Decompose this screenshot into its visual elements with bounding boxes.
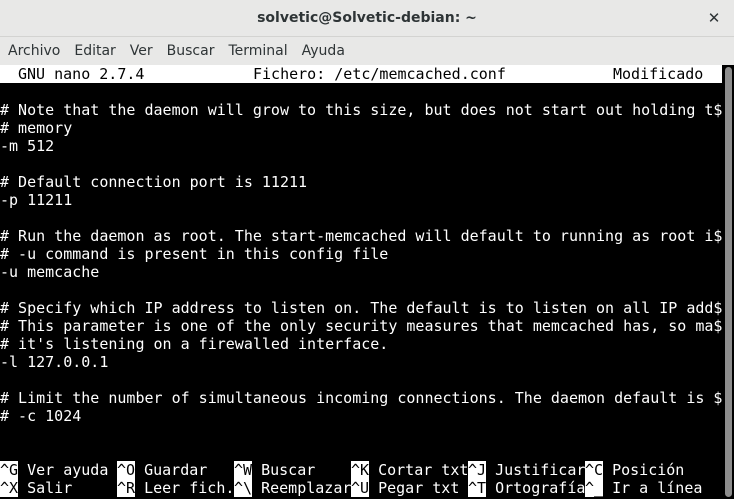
scrollbar[interactable] xyxy=(722,65,734,499)
shortcut-key: ^K xyxy=(351,461,370,479)
shortcut-bar-row-1: ^G Ver ayuda ^O Guardar ^W Buscar ^K Cor… xyxy=(0,461,722,479)
terminal-window: solvetic@Solvetic-debian: ~ ✕ Archivo Ed… xyxy=(0,0,734,499)
shortcut-label: Cortar txt xyxy=(378,461,469,479)
shortcut-key: ^X xyxy=(0,479,19,497)
shortcut-key: ^\ xyxy=(234,479,253,497)
shortcut-justificar[interactable]: ^J Justificar xyxy=(468,461,585,479)
menu-ver[interactable]: Ver xyxy=(123,43,160,59)
editor-line: # it's listening on a firewalled interfa… xyxy=(0,335,389,353)
nano-version: GNU nano 2.7.4 xyxy=(18,65,145,83)
menu-archivo[interactable]: Archivo xyxy=(0,43,67,59)
editor-line: -l 127.0.0.1 xyxy=(0,353,109,371)
shortcut-leer-fich[interactable]: ^R Leer fich. xyxy=(117,479,234,497)
editor-line: -p 11211 xyxy=(0,191,73,209)
editor-line: # Specify which IP address to listen on.… xyxy=(0,299,722,317)
editor-line: # Default connection port is 11211 xyxy=(0,173,308,191)
shortcut-label: Leer fich. xyxy=(144,479,235,497)
shortcut-ortografia[interactable]: ^T Ortografía xyxy=(468,479,585,497)
shortcut-key: ^R xyxy=(117,479,136,497)
editor-line: # Note that the daemon will grow to this… xyxy=(0,101,722,119)
shortcut-key: ^O xyxy=(117,461,136,479)
shortcut-label: Ir a línea xyxy=(612,479,703,497)
shortcut-buscar[interactable]: ^W Buscar xyxy=(234,461,315,479)
editor-line: # memory xyxy=(0,119,73,137)
shortcut-pegar-txt[interactable]: ^U Pegar txt xyxy=(351,479,459,497)
shortcut-label: Ortografía xyxy=(495,479,586,497)
shortcut-key: ^T xyxy=(468,479,487,497)
shortcut-key: ^J xyxy=(468,461,487,479)
terminal-content[interactable]: GNU nano 2.7.4 Fichero: /etc/memcached.c… xyxy=(0,65,722,499)
window-title: solvetic@Solvetic-debian: ~ xyxy=(257,10,477,26)
editor-line: # This parameter is one of the only secu… xyxy=(0,317,722,335)
editor-line: # Run the daemon as root. The start-memc… xyxy=(0,227,722,245)
nano-header: GNU nano 2.7.4 Fichero: /etc/memcached.c… xyxy=(0,65,722,83)
shortcut-label: Buscar xyxy=(261,461,316,479)
shortcut-reemplazar[interactable]: ^\ Reemplazar xyxy=(234,479,351,497)
editor-line: # -u command is present in this config f… xyxy=(0,245,389,263)
shortcut-guardar[interactable]: ^O Guardar xyxy=(117,461,207,479)
shortcut-label: Reemplazar xyxy=(261,479,352,497)
close-icon[interactable]: ✕ xyxy=(704,8,724,28)
menu-terminal[interactable]: Terminal xyxy=(221,43,294,59)
menu-editar[interactable]: Editar xyxy=(67,43,122,59)
nano-filename: Fichero: /etc/memcached.conf xyxy=(253,65,506,83)
title-bar: solvetic@Solvetic-debian: ~ ✕ xyxy=(0,0,734,37)
editor-line: # -c 1024 xyxy=(0,407,82,425)
shortcut-ir-a-linea[interactable]: ^_ Ir a línea xyxy=(585,479,702,497)
shortcut-label: Guardar xyxy=(144,461,208,479)
shortcut-key: ^U xyxy=(351,479,370,497)
editor-line: -m 512 xyxy=(0,137,55,155)
shortcut-label: Posición xyxy=(612,461,685,479)
shortcut-label: Justificar xyxy=(495,461,586,479)
menu-bar: Archivo Editar Ver Buscar Terminal Ayuda xyxy=(0,37,734,65)
nano-status: Modificado xyxy=(613,65,704,83)
shortcut-bar-row-2: ^X Salir ^R Leer fich. ^\ Reemplazar ^U … xyxy=(0,479,722,497)
shortcut-key: ^C xyxy=(585,461,604,479)
shortcut-ver-ayuda[interactable]: ^G Ver ayuda xyxy=(0,461,108,479)
shortcut-key: ^W xyxy=(234,461,253,479)
shortcut-label: Ver ayuda xyxy=(27,461,109,479)
shortcut-key: ^_ xyxy=(585,479,604,497)
menu-buscar[interactable]: Buscar xyxy=(160,43,222,59)
shortcut-label: Pegar txt xyxy=(378,479,460,497)
shortcut-key: ^G xyxy=(0,461,19,479)
editor-line: # Limit the number of simultaneous incom… xyxy=(0,389,722,407)
menu-ayuda[interactable]: Ayuda xyxy=(295,43,352,59)
shortcut-posicion[interactable]: ^C Posición xyxy=(585,461,684,479)
editor-line: -u memcache xyxy=(0,263,100,281)
shortcut-cortar-txt[interactable]: ^K Cortar txt xyxy=(351,461,468,479)
shortcut-salir[interactable]: ^X Salir xyxy=(0,479,72,497)
shortcut-label: Salir xyxy=(27,479,73,497)
scrollbar-thumb[interactable] xyxy=(725,67,732,497)
